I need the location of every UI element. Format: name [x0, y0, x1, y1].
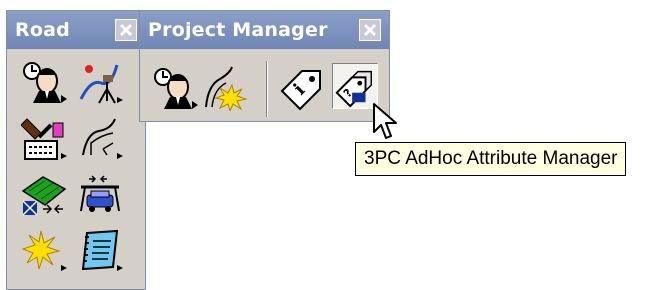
- road-palette: Road: [6, 10, 146, 290]
- project-manager-title: Project Manager: [148, 19, 328, 41]
- project-designer-icon: [154, 68, 198, 109]
- tooltip-text: 3PC AdHoc Attribute Manager: [364, 148, 618, 169]
- road-designer-icon: [23, 62, 67, 103]
- project-manager-close-button[interactable]: [359, 19, 381, 41]
- alignment-survey-icon: [79, 64, 123, 104]
- notebook-button[interactable]: [77, 227, 123, 273]
- project-manager-titlebar[interactable]: Project Manager: [140, 11, 389, 49]
- mouse-cursor-icon: [373, 103, 397, 139]
- sparkle-button[interactable]: [21, 227, 67, 273]
- project-designer-button[interactable]: [152, 65, 198, 111]
- info-tag-icon: i: [280, 70, 321, 111]
- notebook-icon: [81, 229, 123, 271]
- cross-section-icon: [80, 175, 120, 212]
- road-title: Road: [15, 19, 70, 41]
- project-manager-palette: Project Manager i ?: [139, 10, 390, 122]
- terrain-model-icon: [21, 176, 67, 216]
- info-tag-button[interactable]: i: [278, 65, 324, 111]
- road-designer-button[interactable]: [21, 59, 67, 105]
- road-titlebar[interactable]: Road: [7, 11, 145, 49]
- alignment-sparkle-button[interactable]: [202, 65, 248, 113]
- alignment-survey-button[interactable]: [77, 59, 123, 105]
- cross-section-button[interactable]: [77, 171, 123, 217]
- road-close-button[interactable]: [115, 19, 137, 41]
- superelevation-icon: [20, 118, 67, 160]
- adhoc-attribute-icon: ?: [335, 70, 372, 108]
- sparkle-icon: [21, 230, 67, 271]
- profile-icon: [82, 118, 123, 159]
- close-icon: [363, 23, 377, 37]
- terrain-model-button[interactable]: [21, 171, 67, 217]
- close-icon: [119, 23, 133, 37]
- profile-button[interactable]: [77, 115, 123, 161]
- tooltip: 3PC AdHoc Attribute Manager: [355, 142, 627, 176]
- superelevation-button[interactable]: [20, 115, 67, 161]
- toolbar-separator: [266, 61, 268, 117]
- alignment-sparkle-icon: [205, 66, 248, 113]
